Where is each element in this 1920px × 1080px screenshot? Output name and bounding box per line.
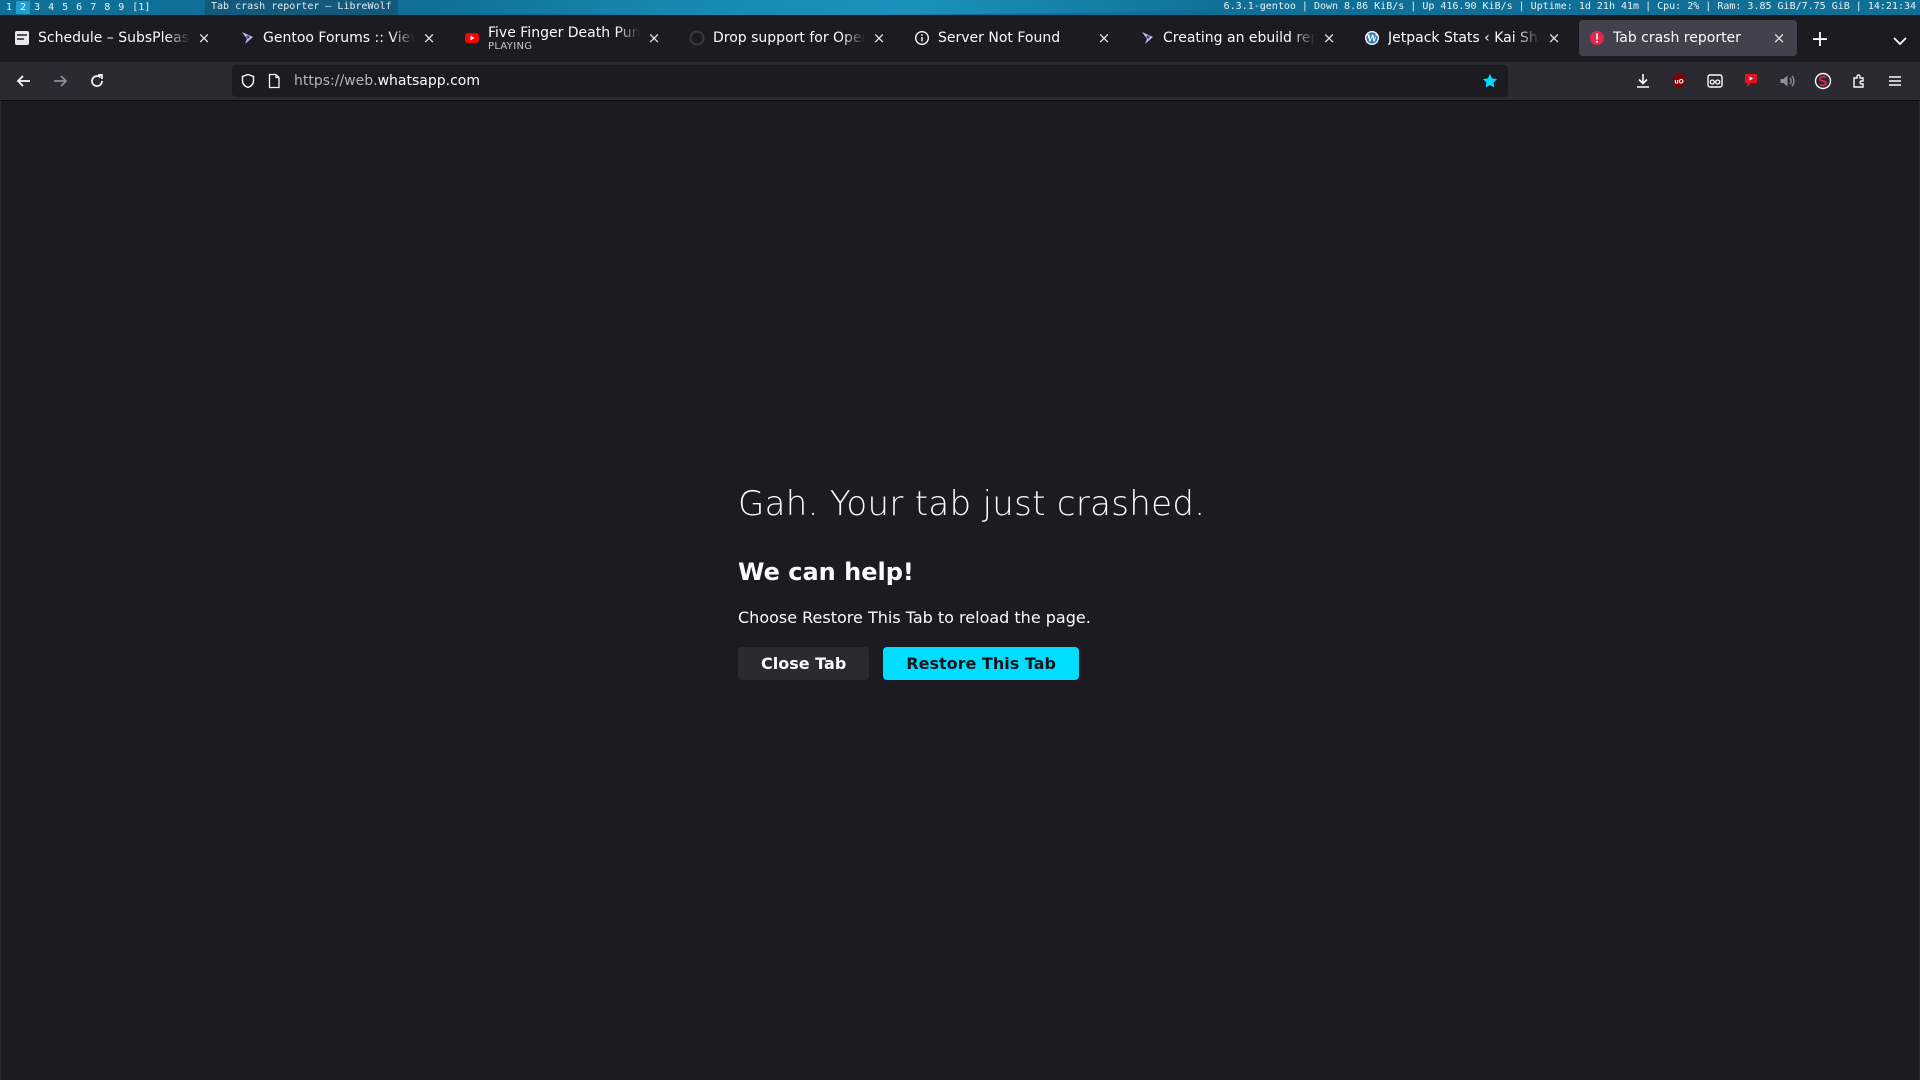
warning-icon	[1589, 30, 1605, 46]
subsplease-icon	[14, 30, 30, 46]
ublock-origin-icon: uO	[1673, 73, 1685, 89]
crash-subtitle: We can help!	[738, 558, 914, 586]
puzzle-icon	[1853, 74, 1864, 88]
svg-text:uO: uO	[1674, 79, 1683, 86]
tab-jetpack-stats[interactable]: W Jetpack Stats ‹ Kai Shin J ×	[1354, 20, 1572, 56]
extensions-button[interactable]	[1848, 70, 1870, 92]
crash-button-row: Close Tab Restore This Tab	[738, 647, 1258, 680]
hamburger-menu-icon	[1889, 76, 1901, 86]
address-bar[interactable]: https://web.whatsapp.com	[232, 65, 1508, 97]
back-button[interactable]	[10, 67, 38, 95]
account-icon	[1814, 72, 1832, 90]
youtube-icon	[464, 30, 480, 46]
tracking-protection-shield-icon[interactable]	[240, 73, 256, 89]
close-tab-button[interactable]: Close Tab	[738, 647, 870, 680]
wm-system-status: 6.3.1-gentoo | Down 8.86 KiB/s | Up 416.…	[1223, 1, 1916, 12]
crash-reporter-panel: Gah. Your tab just crashed. We can help!…	[738, 484, 1258, 680]
workspace-6[interactable]: 6	[72, 1, 86, 14]
chevron-down-icon	[1893, 37, 1907, 46]
tab-subsplease[interactable]: Schedule – SubsPlease ×	[4, 20, 222, 56]
tab-label: Creating an ebuild reposi	[1163, 30, 1315, 46]
glasses-icon	[1707, 74, 1723, 88]
tab-gentoo-wiki[interactable]: Creating an ebuild reposi ×	[1129, 20, 1347, 56]
tab-github[interactable]: Drop support for OpenSS ×	[679, 20, 897, 56]
wm-status-bar: 1 2 3 4 5 6 7 8 9 [1] Tab crash reporter…	[0, 0, 1920, 15]
workspace-2[interactable]: 2	[16, 1, 31, 14]
list-all-tabs-button[interactable]	[1888, 29, 1912, 53]
page-info-icon[interactable]	[266, 73, 282, 89]
youtube-extension-button[interactable]	[1740, 70, 1762, 92]
tab-strip: Schedule – SubsPlease × Gentoo Forums ::…	[0, 15, 1920, 62]
tab-crash-reporter[interactable]: Tab crash reporter ×	[1579, 20, 1797, 56]
wm-bar-decoration	[420, 0, 1240, 15]
workspace-1[interactable]: 1	[2, 1, 16, 14]
reload-icon	[91, 74, 103, 87]
speaker-icon	[1780, 75, 1795, 87]
tab-label: Tab crash reporter	[1613, 30, 1741, 46]
close-tab-icon[interactable]: ×	[1546, 30, 1562, 46]
tab-gentoo-forums[interactable]: Gentoo Forums :: View to ×	[229, 20, 447, 56]
workspace-8[interactable]: 8	[100, 1, 114, 14]
gentoo-icon	[1139, 30, 1155, 46]
reload-button[interactable]	[83, 67, 111, 95]
workspace-9[interactable]: 9	[114, 1, 128, 14]
workspace-4[interactable]: 4	[44, 1, 58, 14]
forward-arrow-icon	[54, 75, 68, 87]
tab-label: Server Not Found	[938, 30, 1090, 46]
tab-label: Jetpack Stats ‹ Kai Shin J	[1388, 30, 1540, 46]
sponsorblock-button[interactable]	[1704, 70, 1726, 92]
ublock-origin-button[interactable]: uO	[1668, 70, 1690, 92]
navigation-toolbar: https://web.whatsapp.com uO	[0, 62, 1920, 101]
workspace-3[interactable]: 3	[30, 1, 44, 14]
close-tab-icon[interactable]: ×	[646, 30, 662, 46]
forward-button[interactable]	[46, 67, 74, 95]
tab-label: Schedule – SubsPlease	[38, 30, 190, 46]
workspace-7[interactable]: 7	[86, 1, 100, 14]
close-tab-icon[interactable]: ×	[871, 30, 887, 46]
bookmark-star-icon[interactable]	[1482, 73, 1498, 89]
tab-server-not-found[interactable]: Server Not Found ×	[904, 20, 1122, 56]
layout-indicator: [1]	[132, 2, 151, 13]
red-flag-icon	[1745, 74, 1757, 87]
tab-label: Gentoo Forums :: View to	[263, 30, 415, 46]
downloads-button[interactable]	[1632, 70, 1654, 92]
workspace-5[interactable]: 5	[58, 1, 72, 14]
download-icon	[1637, 74, 1649, 88]
back-arrow-icon	[16, 75, 30, 87]
crash-title: Gah. Your tab just crashed.	[738, 484, 1206, 524]
new-tab-button[interactable]: +	[1808, 29, 1832, 53]
volume-button[interactable]	[1776, 70, 1798, 92]
page-content: Gah. Your tab just crashed. We can help!…	[0, 101, 1920, 1080]
workspace-list: 1 2 3 4 5 6 7 8 9 [1]	[2, 1, 154, 14]
tab-youtube[interactable]: Five Finger Death Punch PLAYING ×	[454, 20, 672, 56]
restore-tab-button[interactable]: Restore This Tab	[883, 647, 1079, 680]
gentoo-icon	[239, 30, 255, 46]
close-tab-icon[interactable]: ×	[421, 30, 437, 46]
sync-account-button[interactable]	[1812, 70, 1834, 92]
svg-text:W: W	[1366, 35, 1378, 45]
crash-message: Choose Restore This Tab to reload the pa…	[738, 608, 1091, 627]
github-icon	[689, 30, 705, 46]
url-text[interactable]: https://web.whatsapp.com	[294, 65, 480, 97]
close-tab-icon[interactable]: ×	[1771, 30, 1787, 46]
close-tab-icon[interactable]: ×	[196, 30, 212, 46]
wm-window-title: Tab crash reporter — LibreWolf	[205, 0, 398, 15]
tab-label: Five Finger Death Punch PLAYING	[488, 24, 640, 52]
app-menu-button[interactable]	[1884, 70, 1906, 92]
tab-label: Drop support for OpenSS	[713, 30, 865, 46]
close-tab-icon[interactable]: ×	[1096, 30, 1112, 46]
close-tab-icon[interactable]: ×	[1321, 30, 1337, 46]
info-icon	[914, 30, 930, 46]
wordpress-icon: W	[1364, 30, 1380, 46]
